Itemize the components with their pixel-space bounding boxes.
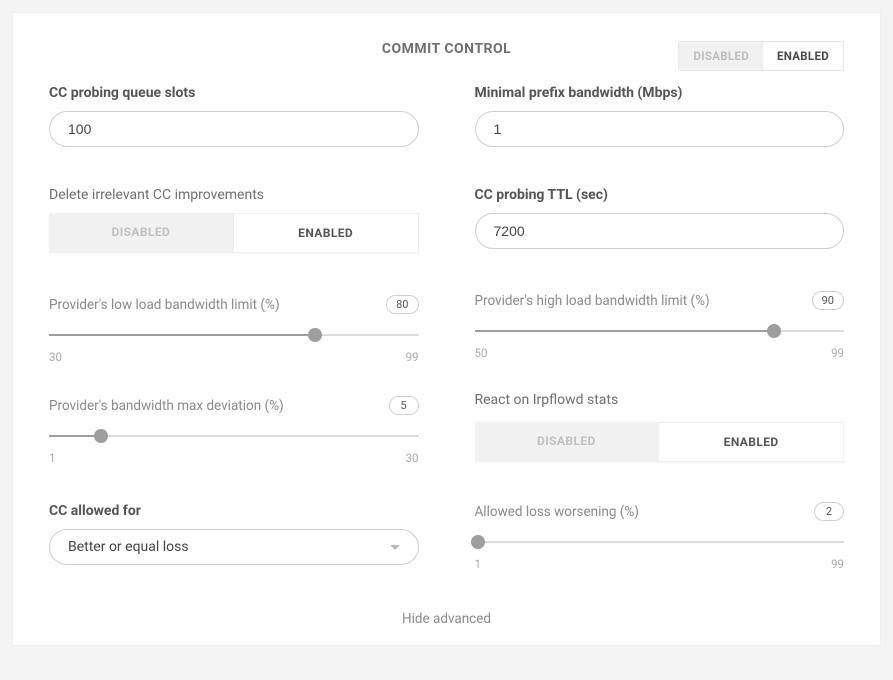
master-enable-toggle[interactable]: DISABLED ENABLED [678,41,844,71]
cc-allowed-select[interactable]: Better or equal loss [49,529,419,565]
hide-advanced-link[interactable]: Hide advanced [49,611,844,627]
cc-allowed-label: CC allowed for [49,503,419,519]
ttl-label: CC probing TTL (sec) [475,187,845,203]
loss-worsening-slider[interactable] [475,535,845,549]
react-label: React on Irpflowd stats [475,392,845,408]
low-load-badge: 80 [386,295,418,314]
loss-worsening-max: 99 [831,557,844,571]
low-load-label: Provider's low load bandwidth limit (%) [49,297,280,313]
deviation-slider[interactable] [49,429,419,443]
ttl-input[interactable] [475,213,845,249]
delete-improvements-disabled[interactable]: DISABLED [49,213,233,253]
queue-slots-input[interactable] [49,111,419,147]
deviation-badge: 5 [389,396,419,415]
react-toggle[interactable]: DISABLED ENABLED [475,422,845,462]
delete-improvements-enabled[interactable]: ENABLED [233,213,419,253]
min-prefix-label: Minimal prefix bandwidth (Mbps) [475,85,845,101]
low-load-slider[interactable] [49,328,419,342]
delete-improvements-label: Delete irrelevant CC improvements [49,187,419,203]
header: COMMIT CONTROL DISABLED ENABLED [49,41,844,57]
min-prefix-input[interactable] [475,111,845,147]
low-load-min: 30 [49,350,62,364]
cc-allowed-value: Better or equal loss [68,539,189,555]
delete-improvements-toggle[interactable]: DISABLED ENABLED [49,213,419,253]
queue-slots-label: CC probing queue slots [49,85,419,101]
chevron-down-icon [390,545,400,550]
deviation-min: 1 [49,451,55,465]
master-enabled-option[interactable]: ENABLED [763,42,843,70]
react-disabled[interactable]: DISABLED [475,422,659,462]
left-column: CC probing queue slots Delete irrelevant… [49,85,419,591]
high-load-min: 50 [475,346,488,360]
deviation-label: Provider's bandwidth max deviation (%) [49,398,284,414]
commit-control-card: COMMIT CONTROL DISABLED ENABLED CC probi… [12,12,881,646]
master-disabled-option[interactable]: DISABLED [679,42,763,70]
high-load-slider[interactable] [475,324,845,338]
loss-worsening-min: 1 [475,557,481,571]
react-enabled[interactable]: ENABLED [658,422,844,462]
section-title: COMMIT CONTROL [382,41,511,57]
right-column: Minimal prefix bandwidth (Mbps) CC probi… [475,85,845,591]
high-load-max: 99 [831,346,844,360]
high-load-label: Provider's high load bandwidth limit (%) [475,293,710,309]
loss-worsening-badge: 2 [814,502,844,521]
deviation-max: 30 [406,451,419,465]
loss-worsening-label: Allowed loss worsening (%) [475,504,639,520]
high-load-badge: 90 [812,291,844,310]
low-load-max: 99 [406,350,419,364]
